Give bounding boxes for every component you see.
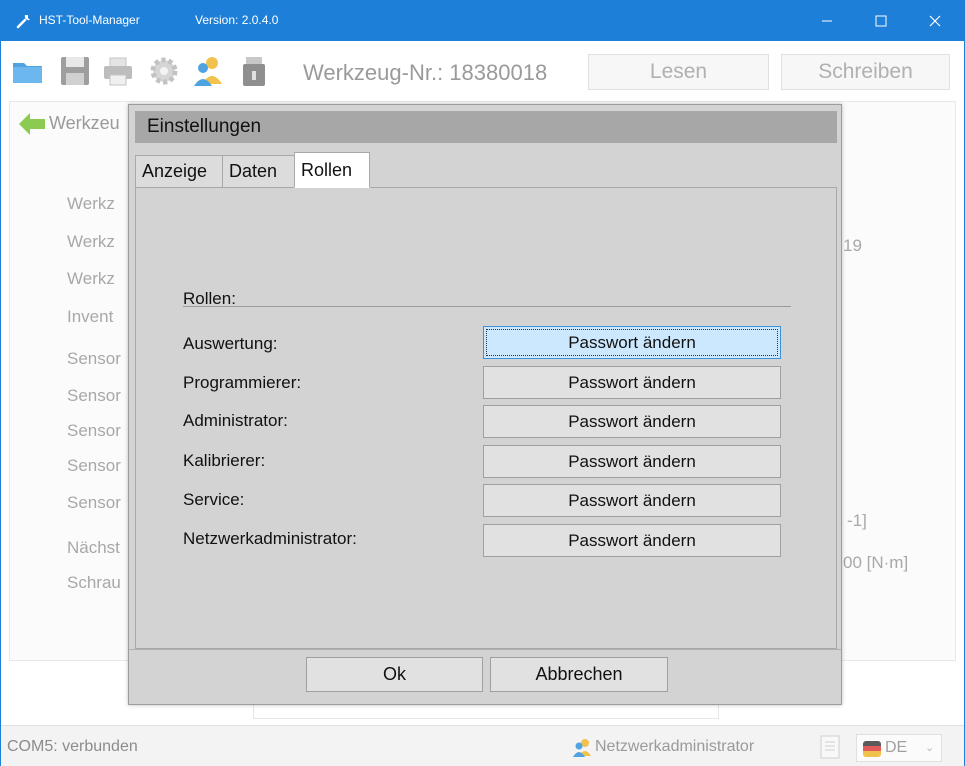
tool-number-label: Werkzeug-Nr.: 18380018	[303, 60, 548, 85]
info-label: Werkz	[67, 269, 115, 288]
status-bar: COM5: verbunden Netzwerkadministrator DE…	[1, 725, 964, 766]
role-label-kalibrierer: Kalibrierer:	[183, 451, 266, 470]
info-label: Werkz	[67, 194, 115, 213]
minimize-icon	[822, 20, 832, 22]
change-password-button-administrator[interactable]: Passwort ändern	[483, 405, 781, 438]
role-label-netzwerkadministrator: Netzwerkadministrator:	[183, 529, 357, 548]
info-label: Nächst	[67, 538, 120, 557]
tab-daten[interactable]: Daten	[222, 155, 295, 187]
language-value: DE	[885, 739, 908, 756]
info-label: Sensor	[67, 493, 121, 512]
minimize-button[interactable]	[804, 1, 850, 41]
info-label: Werkz	[67, 232, 115, 251]
folder-icon[interactable]	[11, 54, 45, 88]
dialog-footer-divider	[129, 649, 841, 650]
app-window: HST-Tool-Manager Version: 2.0.4.0 Werkze…	[0, 0, 965, 766]
change-password-button-kalibrierer[interactable]: Passwort ändern	[483, 445, 781, 478]
maximize-button[interactable]	[858, 1, 904, 41]
role-label-auswertung: Auswertung:	[183, 334, 278, 353]
section-divider	[183, 306, 791, 307]
usb-drive-icon[interactable]	[237, 54, 271, 88]
cancel-button[interactable]: Abbrechen	[490, 657, 668, 692]
close-icon	[929, 15, 941, 27]
change-password-button-service[interactable]: Passwort ändern	[483, 484, 781, 517]
users-icon[interactable]	[191, 54, 225, 88]
change-password-button-netzwerkadministrator[interactable]: Passwort ändern	[483, 524, 781, 557]
maximize-icon	[875, 15, 887, 27]
back-label[interactable]: Werkzeu	[49, 113, 120, 134]
close-button[interactable]	[912, 1, 958, 41]
connection-status: COM5: verbunden	[7, 738, 138, 755]
tab-anzeige[interactable]: Anzeige	[135, 155, 223, 187]
info-label: Sensor	[67, 456, 121, 475]
info-label: Sensor	[67, 349, 121, 368]
tab-rollen[interactable]: Rollen	[294, 152, 370, 188]
chevron-down-icon: ⌄	[925, 741, 935, 754]
change-password-button-programmierer[interactable]: Passwort ändern	[483, 366, 781, 399]
read-button[interactable]: Lesen	[588, 54, 769, 90]
save-icon[interactable]	[58, 54, 92, 88]
info-label: Invent	[67, 307, 114, 326]
document-icon[interactable]	[819, 734, 841, 760]
role-label-programmierer: Programmierer:	[183, 373, 302, 392]
write-button[interactable]: Schreiben	[781, 54, 950, 90]
info-value: -1]	[847, 511, 867, 530]
change-password-button-auswertung[interactable]: Passwort ändern	[483, 326, 781, 359]
ok-button[interactable]: Ok	[306, 657, 483, 692]
settings-dialog: Einstellungen Anzeige Daten Rollen Rolle…	[128, 104, 842, 705]
gear-icon[interactable]	[147, 54, 181, 88]
info-value: 00 [N·m]	[843, 553, 909, 572]
print-icon[interactable]	[101, 54, 135, 88]
info-label: Schrau	[67, 573, 121, 592]
role-label-service: Service:	[183, 490, 245, 509]
info-label: Sensor	[67, 421, 121, 440]
app-title: HST-Tool-Manager	[39, 13, 140, 27]
info-value: 19	[843, 236, 862, 255]
language-select[interactable]: DE ⌄	[856, 734, 942, 762]
german-flag-icon	[863, 741, 881, 757]
current-user[interactable]: Netzwerkadministrator	[595, 738, 754, 756]
info-label: Sensor	[67, 386, 121, 405]
title-bar: HST-Tool-Manager Version: 2.0.4.0	[1, 1, 964, 41]
app-version: Version: 2.0.4.0	[195, 13, 279, 27]
wrench-icon	[15, 12, 33, 30]
dialog-title: Einstellungen	[135, 111, 837, 143]
role-label-administrator: Administrator:	[183, 411, 288, 430]
back-arrow-icon[interactable]	[17, 111, 47, 137]
users-icon	[571, 737, 593, 757]
